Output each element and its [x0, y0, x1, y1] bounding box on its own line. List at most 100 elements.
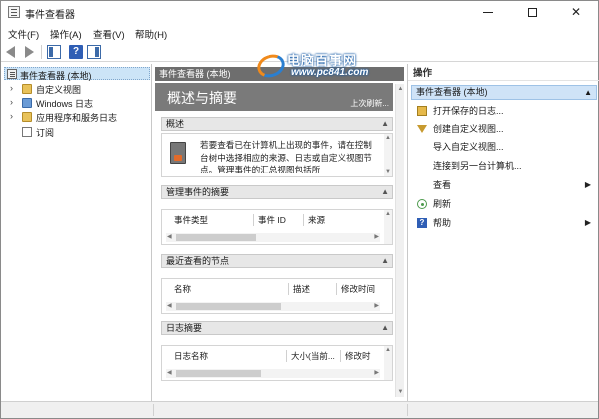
show-hide-tree-button[interactable] — [47, 45, 61, 59]
status-cell — [407, 404, 527, 416]
menu-view[interactable]: 查看(V) — [93, 27, 125, 41]
status-cell — [153, 404, 313, 416]
column-description[interactable]: 描述 — [293, 283, 310, 295]
column-divider[interactable] — [303, 214, 304, 226]
subscriptions-icon — [22, 127, 32, 137]
scroll-right-icon[interactable]: ▶ — [374, 302, 379, 311]
folder-icon — [22, 112, 32, 122]
refresh-icon — [417, 199, 427, 209]
actions-section-header[interactable]: 事件查看器 (本地) ▲ — [411, 85, 597, 100]
section-overview: 概述 ▲ 若要查看已在计算机上出现的事件，请在控制台树中选择相应的来源、日志或自… — [161, 117, 393, 177]
filter-icon — [417, 125, 427, 133]
collapse-icon[interactable]: ▲ — [381, 322, 389, 334]
tree-item-custom-views[interactable]: › 自定义视图 — [1, 83, 151, 96]
tree-item-subscriptions[interactable]: 订阅 — [1, 126, 151, 139]
chevron-right-icon[interactable]: › — [10, 97, 13, 107]
collapse-icon[interactable]: ▲ — [584, 86, 592, 99]
action-label: 打开保存的日志... — [433, 106, 504, 116]
section-log-summary-header[interactable]: 日志摘要 ▲ — [161, 321, 393, 335]
action-connect-another-computer[interactable]: 连接到另一台计算机... — [411, 159, 597, 173]
tree-item-apps-services-logs[interactable]: › 应用程序和服务日志 — [1, 111, 151, 124]
column-divider[interactable] — [286, 350, 287, 362]
action-refresh[interactable]: 刷新 — [411, 197, 597, 211]
tree-label-windows-logs: Windows 日志 — [36, 99, 94, 109]
close-button[interactable]: ✕ — [554, 1, 598, 23]
scroll-left-icon[interactable]: ◀ — [167, 302, 172, 311]
menu-file[interactable]: 文件(F) — [8, 27, 39, 41]
scroll-thumb[interactable] — [176, 234, 256, 241]
column-modified[interactable]: 修改时 — [345, 350, 371, 362]
recent-nodes-hscroll[interactable]: ◀ ▶ — [166, 302, 380, 311]
log-summary-vscroll[interactable]: ▲ — [384, 346, 392, 380]
column-divider[interactable] — [253, 214, 254, 226]
column-name[interactable]: 名称 — [174, 283, 191, 295]
section-admin-events-header[interactable]: 管理事件的摘要 ▲ — [161, 185, 393, 199]
tree-label-apps-services-logs: 应用程序和服务日志 — [36, 113, 118, 123]
scroll-thumb[interactable] — [176, 370, 261, 377]
scroll-right-icon[interactable]: ▶ — [374, 233, 379, 242]
scroll-up-icon[interactable]: ▲ — [384, 211, 392, 217]
event-viewer-app-icon — [8, 6, 20, 18]
overview-summary-title: 概述与摘要 — [167, 90, 237, 106]
scroll-left-icon[interactable]: ◀ — [167, 369, 172, 378]
scroll-down-icon[interactable]: ▼ — [397, 389, 404, 395]
scroll-right-icon[interactable]: ▶ — [374, 369, 379, 378]
overview-body: 若要查看已在计算机上出现的事件，请在控制台树中选择相应的来源、日志或自定义视图节… — [161, 133, 393, 177]
admin-events-hscroll[interactable]: ◀ ▶ — [166, 233, 380, 242]
tree-item-root[interactable]: 事件查看器 (本地) — [4, 67, 150, 81]
menu-action[interactable]: 操作(A) — [50, 27, 82, 41]
section-recent-nodes-header[interactable]: 最近查看的节点 ▲ — [161, 254, 393, 268]
action-import-custom-view[interactable]: 导入自定义视图... — [411, 140, 597, 154]
chevron-right-icon[interactable]: › — [10, 83, 13, 93]
column-event-id[interactable]: 事件 ID — [258, 214, 286, 226]
toolbar-separator — [41, 45, 42, 59]
center-pane: 事件查看器 (本地) 概述与摘要 上次刷新... ▲ ▼ 概述 ▲ 若要查看已在… — [153, 64, 406, 401]
action-create-custom-view[interactable]: 创建自定义视图... — [411, 122, 597, 136]
watermark-url: www.pc841.com — [291, 67, 369, 78]
column-source[interactable]: 来源 — [308, 214, 325, 226]
tree-item-windows-logs[interactable]: › Windows 日志 — [1, 97, 151, 110]
action-open-saved-log[interactable]: 打开保存的日志... — [411, 104, 597, 118]
column-divider[interactable] — [336, 283, 337, 295]
maximize-button[interactable] — [510, 1, 554, 23]
column-size-current[interactable]: 大小(当前... — [291, 350, 335, 362]
collapse-icon[interactable]: ▲ — [381, 255, 389, 267]
recent-nodes-columns: 名称 描述 修改时间 — [168, 283, 378, 295]
chevron-right-icon[interactable]: › — [10, 111, 13, 121]
show-hide-action-pane-button[interactable] — [87, 45, 101, 59]
scroll-left-icon[interactable]: ◀ — [167, 233, 172, 242]
overview-scrollbar[interactable]: ▲ ▼ — [384, 134, 392, 176]
collapse-icon[interactable]: ▲ — [381, 118, 389, 130]
minimize-button[interactable] — [466, 1, 510, 23]
actions-section-title: 事件查看器 (本地) — [416, 87, 488, 97]
log-summary-hscroll[interactable]: ◀ ▶ — [166, 369, 380, 378]
admin-events-vscroll[interactable]: ▲ — [384, 210, 392, 244]
section-admin-events-title: 管理事件的摘要 — [166, 187, 230, 197]
scroll-thumb[interactable] — [176, 303, 281, 310]
section-overview-header[interactable]: 概述 ▲ — [161, 117, 393, 131]
scroll-up-icon[interactable]: ▲ — [397, 86, 404, 92]
scroll-up-icon[interactable]: ▲ — [384, 347, 392, 353]
action-view[interactable]: 查看 ▶ — [411, 178, 597, 192]
close-icon: ✕ — [570, 5, 582, 19]
column-divider[interactable] — [340, 350, 341, 362]
admin-events-grid: 事件类型 事件 ID 来源 ◀ ▶ ▲ — [161, 209, 393, 245]
scroll-up-icon[interactable]: ▲ — [384, 135, 392, 141]
column-modified-time[interactable]: 修改时间 — [341, 283, 375, 295]
window-title: 事件查看器 — [25, 10, 75, 21]
center-scrollbar[interactable]: ▲ ▼ — [395, 84, 404, 397]
back-button[interactable] — [6, 45, 20, 59]
column-event-type[interactable]: 事件类型 — [174, 214, 208, 226]
column-divider[interactable] — [288, 283, 289, 295]
section-overview-title: 概述 — [166, 119, 185, 129]
collapse-icon[interactable]: ▲ — [381, 186, 389, 198]
column-log-name[interactable]: 日志名称 — [174, 350, 208, 362]
forward-button[interactable] — [22, 45, 36, 59]
tree-label-custom-views: 自定义视图 — [36, 85, 82, 95]
help-button[interactable]: ? — [69, 45, 83, 59]
maximize-icon — [527, 8, 537, 18]
menu-help[interactable]: 帮助(H) — [135, 27, 167, 41]
action-help[interactable]: ? 帮助 ▶ — [411, 216, 597, 230]
console-tree: 事件查看器 (本地) › 自定义视图 › Windows 日志 › 应用程序和服… — [1, 64, 152, 401]
scroll-down-icon[interactable]: ▼ — [384, 169, 392, 175]
